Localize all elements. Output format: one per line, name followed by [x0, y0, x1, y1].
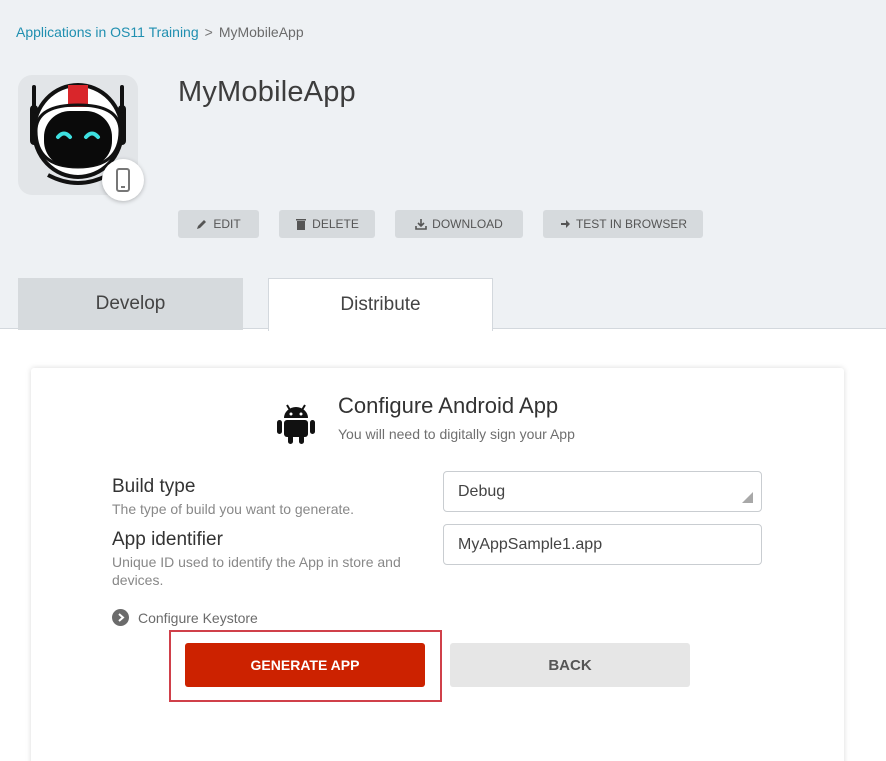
app-identifier-help: Unique ID used to identify the App in st…: [112, 554, 401, 588]
download-button[interactable]: DOWNLOAD: [395, 210, 523, 238]
build-type-help: The type of build you want to generate.: [112, 501, 355, 517]
back-button[interactable]: BACK: [450, 643, 690, 687]
tab-develop[interactable]: Develop: [18, 278, 243, 330]
app-identifier-label: App identifier: [112, 529, 223, 550]
test-in-browser-button[interactable]: TEST IN BROWSER: [543, 210, 703, 238]
breadcrumb: Applications in OS11 Training > MyMobile…: [16, 24, 304, 40]
app-identifier-input[interactable]: MyAppSample1.app: [443, 524, 762, 565]
breadcrumb-current: MyMobileApp: [218, 24, 304, 40]
build-type-value: Debug: [458, 482, 506, 500]
tab-distribute-label: Distribute: [340, 294, 421, 315]
build-type-label: Build type: [112, 476, 196, 497]
config-subtitle: You will need to digitally sign your App: [338, 426, 575, 442]
android-icon: [277, 404, 315, 444]
edit-button[interactable]: EDIT: [178, 210, 259, 238]
external-link-icon: [560, 220, 570, 228]
download-button-label: DOWNLOAD: [432, 217, 503, 231]
generate-app-button-label: GENERATE APP: [250, 657, 360, 673]
trash-icon: [296, 219, 307, 230]
configure-keystore-label: Configure Keystore: [138, 609, 258, 626]
breadcrumb-parent-link[interactable]: Applications in OS11 Training: [16, 24, 199, 40]
generate-app-button[interactable]: GENERATE APP: [185, 643, 425, 687]
config-title: Configure Android App: [338, 393, 559, 418]
app-identifier-value: MyAppSample1.app: [458, 535, 603, 553]
tab-distribute[interactable]: Distribute: [268, 278, 493, 331]
tab-develop-label: Develop: [95, 293, 166, 314]
delete-button[interactable]: DELETE: [279, 210, 375, 238]
device-badge: [102, 159, 144, 201]
pencil-icon: [197, 220, 207, 229]
back-button-label: BACK: [548, 656, 592, 674]
build-type-select[interactable]: Debug: [443, 471, 762, 512]
chevron-right-circle-icon: [112, 609, 129, 626]
mobile-phone-icon: [116, 168, 130, 192]
breadcrumb-separator: >: [204, 24, 213, 40]
delete-button-label: DELETE: [312, 217, 359, 231]
app-title: MyMobileApp: [178, 76, 356, 108]
edit-button-label: EDIT: [213, 217, 241, 231]
dropdown-arrow-icon: [742, 492, 753, 503]
download-icon: [415, 219, 427, 230]
test-in-browser-button-label: TEST IN BROWSER: [575, 217, 688, 231]
configure-keystore-toggle[interactable]: Configure Keystore: [112, 609, 258, 626]
